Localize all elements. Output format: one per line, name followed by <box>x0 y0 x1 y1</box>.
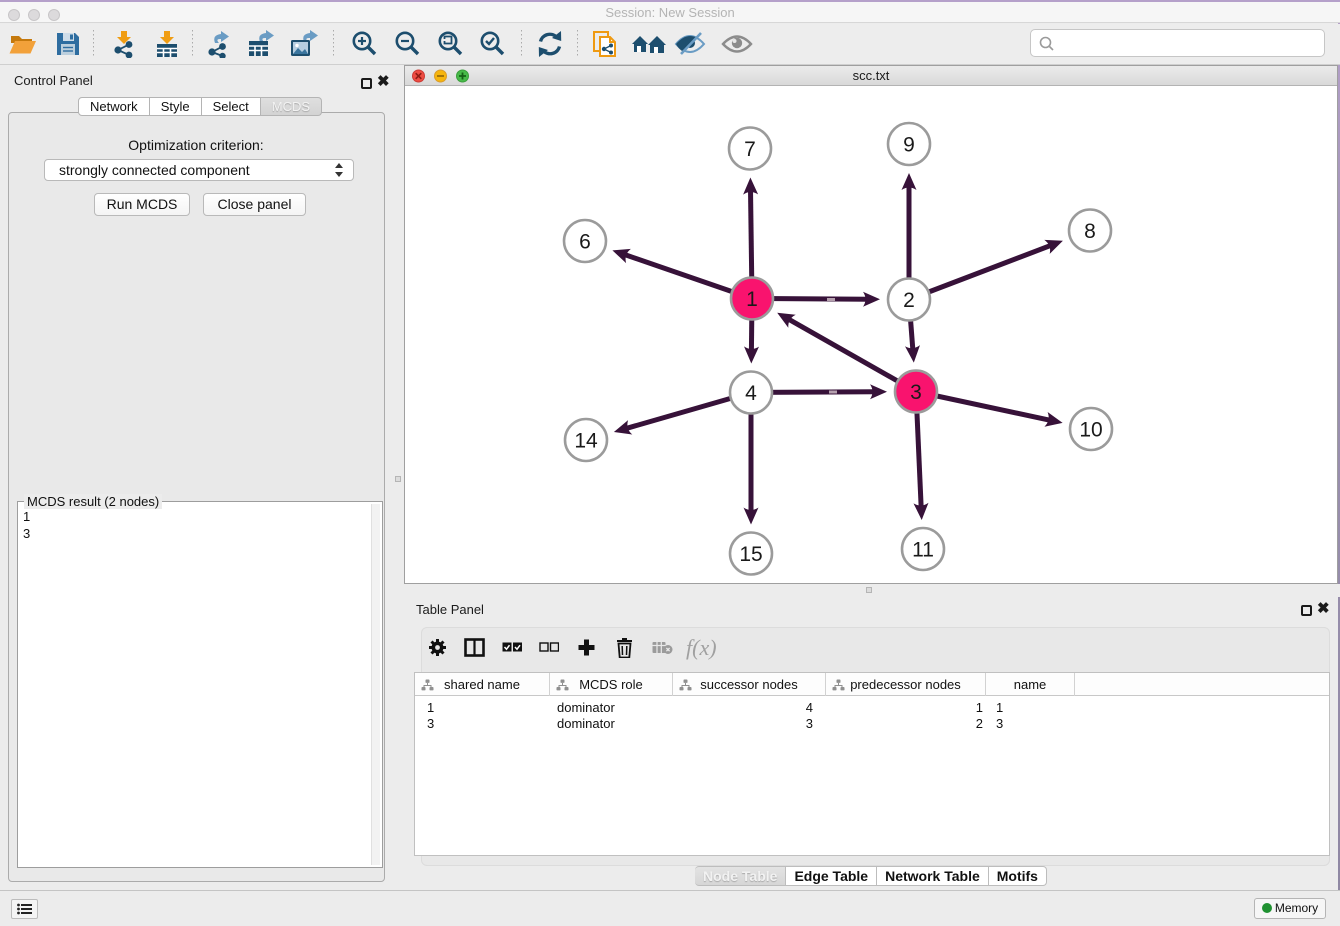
svg-text:14: 14 <box>574 430 598 453</box>
svg-text:6: 6 <box>579 231 591 254</box>
svg-text:3: 3 <box>910 381 922 404</box>
svg-text:8: 8 <box>1084 220 1096 243</box>
svg-text:7: 7 <box>744 138 756 161</box>
svg-text:4: 4 <box>745 382 757 405</box>
svg-text:10: 10 <box>1079 419 1102 442</box>
svg-text:2: 2 <box>903 289 915 312</box>
svg-text:15: 15 <box>739 543 762 566</box>
svg-text:11: 11 <box>912 539 934 562</box>
svg-text:9: 9 <box>903 134 915 157</box>
svg-text:1: 1 <box>746 288 758 311</box>
